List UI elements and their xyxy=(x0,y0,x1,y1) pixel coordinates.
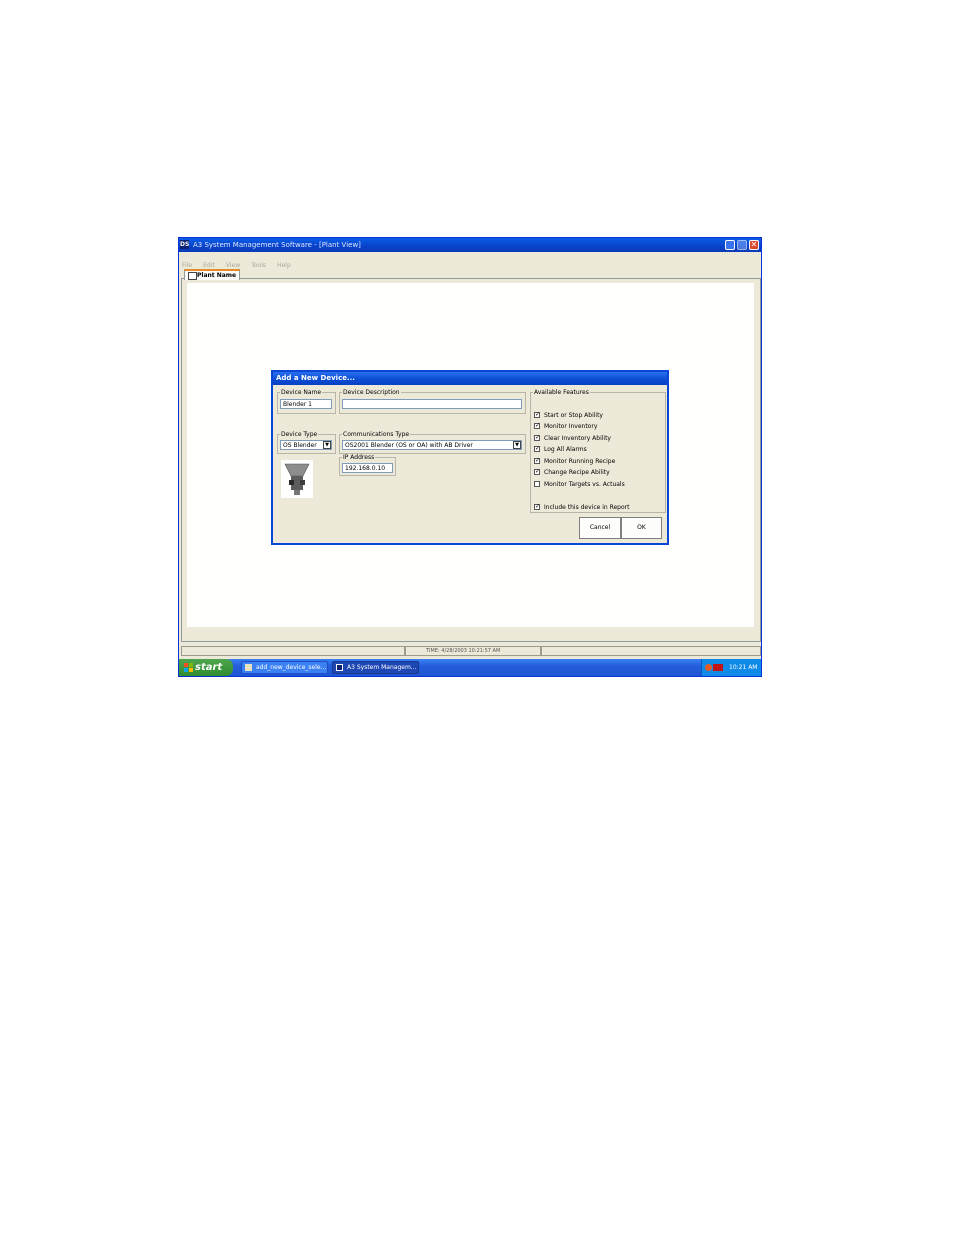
available-features-label: Available Features xyxy=(533,389,590,396)
tab-label: Plant Name xyxy=(197,272,237,279)
include-report-label: Include this device in Report xyxy=(544,504,630,511)
feature-checkbox-start-stop[interactable]: ✓ xyxy=(534,412,540,418)
device-description-label: Device Description xyxy=(342,389,401,396)
ip-address-field[interactable]: 192.168.0.10 xyxy=(342,463,393,473)
feature-checkbox-targets-vs-actuals[interactable] xyxy=(534,481,540,487)
device-type-label: Device Type xyxy=(280,431,319,438)
taskbar: start add_new_device_sele... A3 System M… xyxy=(179,659,761,676)
feature-checkbox-log-alarms[interactable]: ✓ xyxy=(534,446,540,452)
device-name-field[interactable]: Blender 1 xyxy=(280,399,332,409)
app-icon xyxy=(336,664,343,671)
menu-tools[interactable]: Tools xyxy=(251,260,266,271)
task-label: add_new_device_sele... xyxy=(256,664,326,671)
feature-label: Change Recipe Ability xyxy=(544,469,610,476)
ip-address-label: IP Address xyxy=(342,454,376,461)
dialog-title-bar[interactable]: Add a New Device... xyxy=(273,372,667,385)
feature-label: Log All Alarms xyxy=(544,446,587,453)
tab-plant-name[interactable]: Plant Name xyxy=(184,269,240,280)
feature-label: Clear Inventory Ability xyxy=(544,435,611,442)
status-time: TIME: 4/28/2003 10:21:57 AM xyxy=(405,646,541,656)
start-button[interactable]: start xyxy=(179,659,233,676)
include-report-checkbox[interactable]: ✓ xyxy=(534,504,540,510)
add-device-dialog: Add a New Device... Device Name Blender … xyxy=(271,370,669,545)
feature-checkbox-monitor-inventory[interactable]: ✓ xyxy=(534,423,540,429)
start-label: start xyxy=(195,662,223,673)
close-button[interactable]: ✕ xyxy=(749,240,759,250)
communications-type-label: Communications Type xyxy=(342,431,411,438)
maximize-button[interactable] xyxy=(737,240,747,250)
app-icon: DS xyxy=(180,240,190,249)
system-tray: 10:21 AM xyxy=(701,659,761,676)
feature-label: Monitor Targets vs. Actuals xyxy=(544,481,625,488)
communications-type-value: OS2001 Blender (OS or OA) with AB Driver xyxy=(345,442,473,449)
windows-logo-icon xyxy=(184,663,193,672)
menu-bar: File Edit View Tools Help xyxy=(179,252,761,269)
feature-label: Start or Stop Ability xyxy=(544,412,603,419)
taskbar-item-a3[interactable]: A3 System Managem... xyxy=(332,661,419,674)
feature-label: Monitor Running Recipe xyxy=(544,458,616,465)
status-panel-right xyxy=(541,646,761,656)
task-label: A3 System Managem... xyxy=(347,664,417,671)
plant-icon xyxy=(188,272,197,280)
device-type-value: OS Blender xyxy=(283,442,317,449)
feature-checkbox-clear-inventory[interactable]: ✓ xyxy=(534,435,540,441)
clock: 10:21 AM xyxy=(729,664,758,671)
status-bar: TIME: 4/28/2003 10:21:57 AM xyxy=(181,646,761,657)
device-name-label: Device Name xyxy=(280,389,323,396)
menu-help[interactable]: Help xyxy=(277,260,291,271)
blender-image xyxy=(281,460,313,498)
chevron-down-icon[interactable]: ▼ xyxy=(323,441,331,449)
feature-label: Monitor Inventory xyxy=(544,423,598,430)
chevron-down-icon[interactable]: ▼ xyxy=(513,441,521,449)
status-panel-left xyxy=(181,646,405,656)
close-icon: ✕ xyxy=(750,240,758,249)
device-description-field[interactable] xyxy=(342,399,522,409)
minimize-button[interactable] xyxy=(725,240,735,250)
cancel-button[interactable]: Cancel xyxy=(579,517,621,539)
feature-checkbox-monitor-recipe[interactable]: ✓ xyxy=(534,458,540,464)
ok-button[interactable]: OK xyxy=(621,517,662,539)
communications-type-select[interactable]: OS2001 Blender (OS or OA) with AB Driver xyxy=(342,440,522,450)
taskbar-item-document[interactable]: add_new_device_sele... xyxy=(241,661,328,674)
dialog-title: Add a New Device... xyxy=(276,374,355,382)
feature-checkbox-change-recipe[interactable]: ✓ xyxy=(534,469,540,475)
network-icon[interactable] xyxy=(705,664,712,671)
ati-icon[interactable] xyxy=(713,664,723,671)
document-icon xyxy=(245,664,252,671)
window-title: A3 System Management Software - [Plant V… xyxy=(193,241,361,249)
title-bar[interactable]: DS A3 System Management Software - [Plan… xyxy=(179,238,761,252)
